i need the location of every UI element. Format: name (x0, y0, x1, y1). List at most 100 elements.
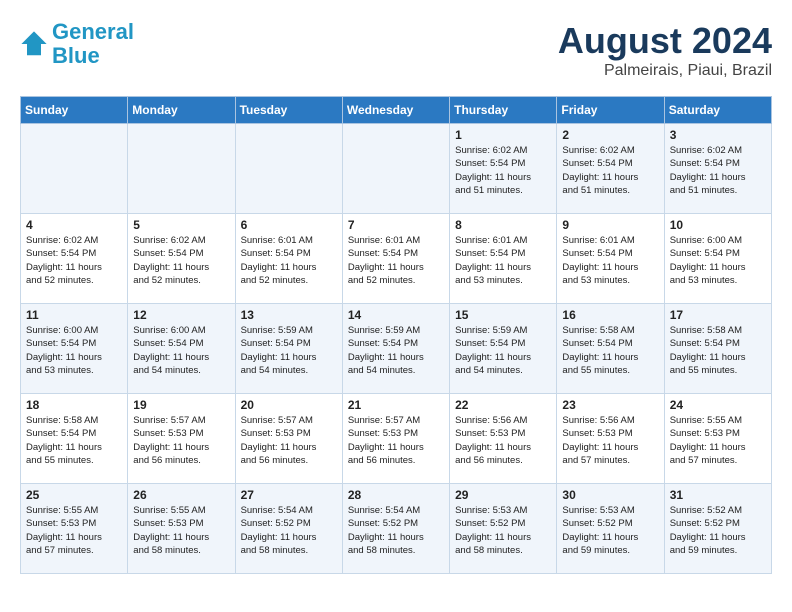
calendar-cell: 21 Sunrise: 5:57 AM Sunset: 5:53 PM Dayli… (342, 394, 449, 484)
logo-blue: Blue (52, 43, 100, 68)
calendar-cell: 26Sunrise: 5:55 AM Sunset: 5:53 PM Dayli… (128, 484, 235, 574)
calendar-cell: 15 Sunrise: 5:59 AM Sunset: 5:54 PM Dayli… (450, 304, 557, 394)
calendar-cell (342, 124, 449, 214)
month-title: August 2024 (558, 20, 772, 62)
day-info: Sunrise: 6:01 AM Sunset: 5:54 PM Dayligh… (562, 234, 658, 287)
day-info: Sunrise: 5:56 AM Sunset: 5:53 PM Dayligh… (562, 414, 658, 467)
calendar-cell: 4Sunrise: 6:02 AM Sunset: 5:54 PM Daylig… (21, 214, 128, 304)
day-number: 10 (670, 218, 766, 232)
day-info: Sunrise: 5:59 AM Sunset: 5:54 PM Dayligh… (455, 324, 551, 377)
week-row-3: 11 Sunrise: 6:00 AM Sunset: 5:54 PM Dayli… (21, 304, 772, 394)
calendar-cell: 22 Sunrise: 5:56 AM Sunset: 5:53 PM Dayli… (450, 394, 557, 484)
calendar-cell: 14 Sunrise: 5:59 AM Sunset: 5:54 PM Dayli… (342, 304, 449, 394)
calendar-cell: 11Sunrise: 6:00 AM Sunset: 5:54 PM Dayli… (21, 304, 128, 394)
day-info: Sunrise: 6:01 AM Sunset: 5:54 PM Dayligh… (241, 234, 337, 287)
calendar-cell: 16 Sunrise: 5:58 AM Sunset: 5:54 PM Dayli… (557, 304, 664, 394)
calendar-cell (235, 124, 342, 214)
calendar-cell (21, 124, 128, 214)
day-number: 5 (133, 218, 229, 232)
day-info: Sunrise: 5:56 AM Sunset: 5:53 PM Dayligh… (455, 414, 551, 467)
day-number: 7 (348, 218, 444, 232)
day-number: 18 (26, 398, 122, 412)
day-info: Sunrise: 5:54 AM Sunset: 5:52 PM Dayligh… (348, 504, 444, 557)
day-header-friday: Friday (557, 97, 664, 124)
calendar-cell: 9 Sunrise: 6:01 AM Sunset: 5:54 PM Daylig… (557, 214, 664, 304)
day-info: Sunrise: 5:53 AM Sunset: 5:52 PM Dayligh… (455, 504, 551, 557)
day-info: Sunrise: 5:59 AM Sunset: 5:54 PM Dayligh… (241, 324, 337, 377)
day-info: Sunrise: 5:58 AM Sunset: 5:54 PM Dayligh… (26, 414, 122, 467)
day-number: 23 (562, 398, 658, 412)
day-header-tuesday: Tuesday (235, 97, 342, 124)
calendar-cell: 18 Sunrise: 5:58 AM Sunset: 5:54 PM Dayli… (21, 394, 128, 484)
day-number: 1 (455, 128, 551, 142)
calendar-cell: 31 Sunrise: 5:52 AM Sunset: 5:52 PM Dayli… (664, 484, 771, 574)
day-info: Sunrise: 6:02 AM Sunset: 5:54 PM Dayligh… (455, 144, 551, 197)
calendar-cell: 28 Sunrise: 5:54 AM Sunset: 5:52 PM Dayli… (342, 484, 449, 574)
day-info: Sunrise: 5:53 AM Sunset: 5:52 PM Dayligh… (562, 504, 658, 557)
day-number: 16 (562, 308, 658, 322)
calendar-cell: 23 Sunrise: 5:56 AM Sunset: 5:53 PM Dayli… (557, 394, 664, 484)
day-number: 30 (562, 488, 658, 502)
calendar-cell: 29 Sunrise: 5:53 AM Sunset: 5:52 PM Dayli… (450, 484, 557, 574)
day-number: 9 (562, 218, 658, 232)
day-number: 13 (241, 308, 337, 322)
day-header-sunday: Sunday (21, 97, 128, 124)
week-row-4: 18 Sunrise: 5:58 AM Sunset: 5:54 PM Dayli… (21, 394, 772, 484)
day-info: Sunrise: 6:02 AM Sunset: 5:54 PM Dayligh… (26, 234, 122, 287)
day-info: Sunrise: 6:01 AM Sunset: 5:54 PM Dayligh… (348, 234, 444, 287)
calendar-cell: 5 Sunrise: 6:02 AM Sunset: 5:54 PM Daylig… (128, 214, 235, 304)
page-header: General Blue August 2024 Palmeirais, Pia… (20, 20, 772, 80)
day-info: Sunrise: 5:55 AM Sunset: 5:53 PM Dayligh… (26, 504, 122, 557)
day-number: 2 (562, 128, 658, 142)
calendar-table: SundayMondayTuesdayWednesdayThursdayFrid… (20, 96, 772, 574)
calendar-cell: 27 Sunrise: 5:54 AM Sunset: 5:52 PM Dayli… (235, 484, 342, 574)
calendar-cell: 6 Sunrise: 6:01 AM Sunset: 5:54 PM Daylig… (235, 214, 342, 304)
day-info: Sunrise: 5:58 AM Sunset: 5:54 PM Dayligh… (670, 324, 766, 377)
day-number: 8 (455, 218, 551, 232)
day-number: 27 (241, 488, 337, 502)
day-info: Sunrise: 6:00 AM Sunset: 5:54 PM Dayligh… (670, 234, 766, 287)
day-info: Sunrise: 5:52 AM Sunset: 5:52 PM Dayligh… (670, 504, 766, 557)
day-header-thursday: Thursday (450, 97, 557, 124)
day-header-monday: Monday (128, 97, 235, 124)
calendar-cell: 8 Sunrise: 6:01 AM Sunset: 5:54 PM Daylig… (450, 214, 557, 304)
day-number: 19 (133, 398, 229, 412)
day-info: Sunrise: 6:00 AM Sunset: 5:54 PM Dayligh… (133, 324, 229, 377)
day-number: 24 (670, 398, 766, 412)
day-number: 11 (26, 308, 122, 322)
day-number: 29 (455, 488, 551, 502)
calendar-cell: 17Sunrise: 5:58 AM Sunset: 5:54 PM Dayli… (664, 304, 771, 394)
day-info: Sunrise: 5:57 AM Sunset: 5:53 PM Dayligh… (133, 414, 229, 467)
calendar-cell: 19 Sunrise: 5:57 AM Sunset: 5:53 PM Dayli… (128, 394, 235, 484)
day-info: Sunrise: 6:02 AM Sunset: 5:54 PM Dayligh… (133, 234, 229, 287)
day-number: 31 (670, 488, 766, 502)
day-number: 15 (455, 308, 551, 322)
day-number: 20 (241, 398, 337, 412)
logo: General Blue (20, 20, 134, 68)
week-row-1: 1 Sunrise: 6:02 AM Sunset: 5:54 PM Daylig… (21, 124, 772, 214)
day-info: Sunrise: 5:59 AM Sunset: 5:54 PM Dayligh… (348, 324, 444, 377)
day-number: 28 (348, 488, 444, 502)
day-number: 21 (348, 398, 444, 412)
calendar-cell: 30 Sunrise: 5:53 AM Sunset: 5:52 PM Dayli… (557, 484, 664, 574)
logo-icon (20, 30, 48, 58)
calendar-cell (128, 124, 235, 214)
calendar-cell: 1 Sunrise: 6:02 AM Sunset: 5:54 PM Daylig… (450, 124, 557, 214)
day-number: 25 (26, 488, 122, 502)
calendar-cell: 24 Sunrise: 5:55 AM Sunset: 5:53 PM Dayli… (664, 394, 771, 484)
day-info: Sunrise: 5:54 AM Sunset: 5:52 PM Dayligh… (241, 504, 337, 557)
calendar-cell: 13 Sunrise: 5:59 AM Sunset: 5:54 PM Dayli… (235, 304, 342, 394)
day-info: Sunrise: 6:01 AM Sunset: 5:54 PM Dayligh… (455, 234, 551, 287)
day-number: 6 (241, 218, 337, 232)
day-info: Sunrise: 5:57 AM Sunset: 5:53 PM Dayligh… (348, 414, 444, 467)
day-info: Sunrise: 5:55 AM Sunset: 5:53 PM Dayligh… (670, 414, 766, 467)
week-row-5: 25 Sunrise: 5:55 AM Sunset: 5:53 PM Dayli… (21, 484, 772, 574)
day-info: Sunrise: 6:02 AM Sunset: 5:54 PM Dayligh… (562, 144, 658, 197)
title-block: August 2024 Palmeirais, Piaui, Brazil (558, 20, 772, 80)
location-subtitle: Palmeirais, Piaui, Brazil (558, 62, 772, 80)
day-info: Sunrise: 5:58 AM Sunset: 5:54 PM Dayligh… (562, 324, 658, 377)
calendar-cell: 2 Sunrise: 6:02 AM Sunset: 5:54 PM Daylig… (557, 124, 664, 214)
day-number: 14 (348, 308, 444, 322)
day-number: 22 (455, 398, 551, 412)
logo-general: General (52, 19, 134, 44)
